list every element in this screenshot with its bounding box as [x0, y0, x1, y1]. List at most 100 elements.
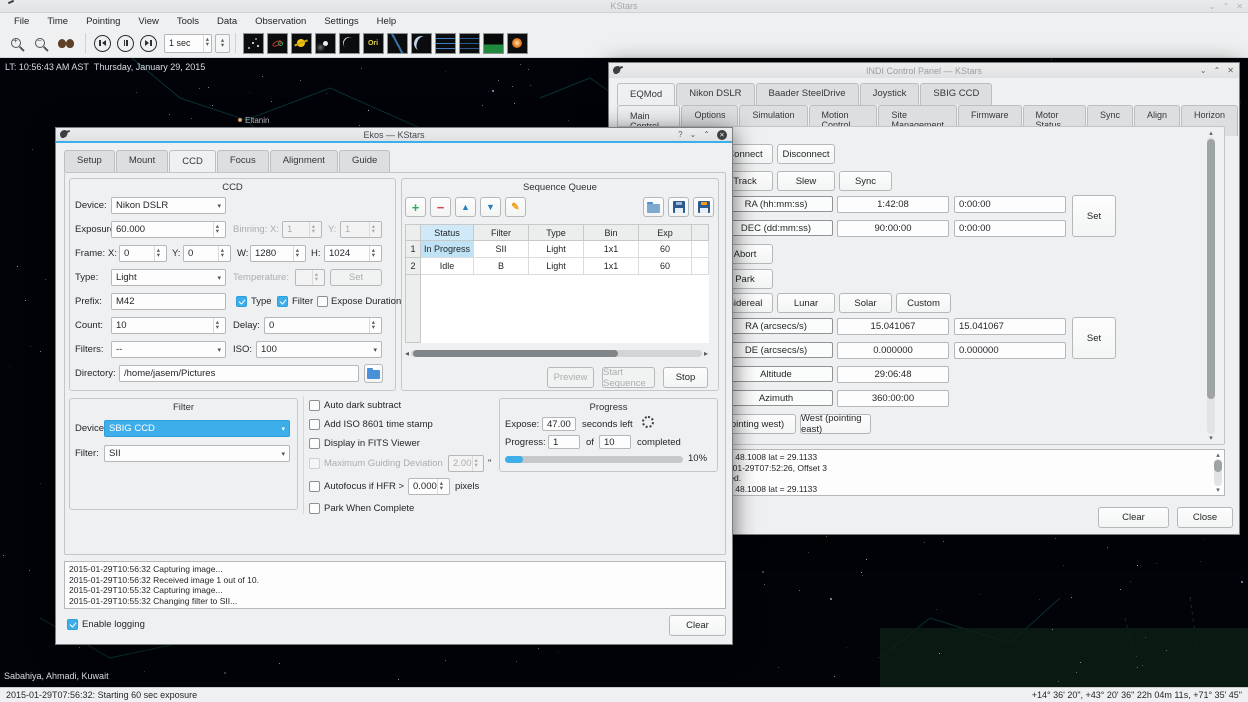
toggle-milky-way-icon[interactable]: [411, 33, 432, 54]
cell-type[interactable]: Light: [529, 258, 584, 275]
ekos-log[interactable]: 2015-01-29T10:56:32 Capturing image... 2…: [64, 561, 726, 609]
zoom-in-icon[interactable]: +: [11, 38, 21, 48]
step-forward-icon[interactable]: [140, 35, 157, 52]
toggle-equatorial-grid-icon[interactable]: [435, 33, 456, 54]
toggle-satellites-icon[interactable]: [339, 33, 360, 54]
set-coords-button[interactable]: Set: [1072, 195, 1116, 237]
time-step-input[interactable]: 1 sec▴▾: [164, 34, 212, 53]
col-bin[interactable]: Bin: [584, 225, 639, 241]
ekos-clear-button[interactable]: Clear: [669, 615, 726, 636]
indi-clear-button[interactable]: Clear: [1098, 507, 1169, 528]
iso8601-checkbox[interactable]: [309, 419, 320, 430]
maximize-icon[interactable]: ⌃: [1214, 66, 1221, 75]
altitude-field[interactable]: 29:06:48: [837, 366, 949, 383]
shade-icon[interactable]: ⌄: [1200, 66, 1207, 75]
remove-job-button[interactable]: −: [430, 197, 451, 217]
toggle-stars-icon[interactable]: [243, 33, 264, 54]
sequence-queue-table[interactable]: Status Filter Type Bin Exp 1 In Progress…: [405, 224, 709, 343]
sync-button[interactable]: Sync: [839, 171, 892, 191]
stop-button[interactable]: Stop: [663, 367, 708, 388]
step-backward-icon[interactable]: [94, 35, 111, 52]
col-exp[interactable]: Exp: [639, 225, 692, 241]
star-label-eltanin[interactable]: Eltanin: [245, 116, 269, 125]
edit-job-button[interactable]: ✎: [505, 197, 526, 217]
cell-filter[interactable]: SII: [474, 241, 529, 258]
col-filter[interactable]: Filter: [474, 225, 529, 241]
tab-eqmod[interactable]: EQMod: [617, 83, 675, 105]
zoom-out-icon[interactable]: −: [35, 38, 45, 48]
cell-filter[interactable]: B: [474, 258, 529, 275]
indi-scrollbar[interactable]: ▴ ▾: [1206, 129, 1216, 442]
menu-view[interactable]: View: [130, 15, 166, 28]
toggle-supernovae-icon[interactable]: [507, 33, 528, 54]
toggle-horizon-icon[interactable]: [483, 33, 504, 54]
disconnect-button[interactable]: Disconnect: [777, 144, 835, 164]
custom-button[interactable]: Custom: [896, 293, 951, 313]
save-as-sequence-button[interactable]: [693, 197, 714, 217]
filter-checkbox[interactable]: [277, 296, 288, 307]
tab-mount[interactable]: Mount: [116, 150, 168, 172]
close-icon[interactable]: ✕: [1236, 2, 1243, 11]
table-hscrollbar[interactable]: ◂ ▸: [405, 349, 708, 357]
browse-directory-button[interactable]: [364, 364, 383, 383]
ekos-titlebar[interactable]: Ekos — KStars ? ⌄ ⌃ ✕: [56, 128, 732, 143]
type-combo[interactable]: Light▾: [111, 269, 226, 286]
move-up-button[interactable]: ▲: [455, 197, 476, 217]
cell-bin[interactable]: 1x1: [584, 241, 639, 258]
frame-h-spin[interactable]: 1024▴▾: [324, 245, 382, 262]
time-step-stepper[interactable]: ▴▾: [215, 34, 230, 53]
scroll-right-icon[interactable]: ▸: [704, 349, 708, 358]
expose-duration-checkbox[interactable]: [317, 296, 328, 307]
tab-ccd[interactable]: CCD: [169, 150, 216, 172]
menu-tools[interactable]: Tools: [169, 15, 207, 28]
cell-exp[interactable]: 60: [639, 258, 692, 275]
scroll-left-icon[interactable]: ◂: [405, 349, 409, 358]
table-row[interactable]: 2 Idle B Light 1x1 60: [406, 258, 709, 275]
col-status[interactable]: Status: [421, 225, 474, 241]
de-rate-field-1[interactable]: 0.000000: [837, 342, 949, 359]
dec-target-field[interactable]: 0:00:00: [954, 220, 1066, 237]
move-down-button[interactable]: ▼: [480, 197, 501, 217]
tab-guide[interactable]: Guide: [339, 150, 390, 172]
menu-data[interactable]: Data: [209, 15, 245, 28]
close-icon[interactable]: ✕: [1227, 66, 1234, 75]
park-when-complete-checkbox[interactable]: [309, 503, 320, 514]
auto-dark-subtract-checkbox[interactable]: [309, 400, 320, 411]
find-object-icon[interactable]: [58, 39, 74, 48]
filter-device-combo[interactable]: SBIG CCD▾: [104, 420, 290, 437]
minimize-icon[interactable]: ⌄: [1209, 2, 1216, 11]
type-checkbox[interactable]: [236, 296, 247, 307]
set-rate-button[interactable]: Set: [1072, 317, 1116, 359]
frame-w-spin[interactable]: 1280▴▾: [250, 245, 306, 262]
menu-help[interactable]: Help: [369, 15, 405, 28]
maximize-icon[interactable]: ⌃: [1223, 2, 1230, 11]
shade-icon[interactable]: ⌄: [690, 130, 697, 139]
toggle-constellation-names-icon[interactable]: Ori: [363, 33, 384, 54]
filters-combo[interactable]: --▾: [111, 341, 226, 358]
solar-button[interactable]: Solar: [839, 293, 892, 313]
ra-rate-field-1[interactable]: 15.041067: [837, 318, 949, 335]
help-icon[interactable]: ?: [678, 130, 682, 139]
tab-baader-steeldrive[interactable]: Baader SteelDrive: [756, 83, 859, 105]
main-window-titlebar[interactable]: KStars ⌄ ⌃ ✕: [0, 0, 1248, 13]
maximize-icon[interactable]: ⌃: [703, 130, 710, 139]
toggle-horizontal-grid-icon[interactable]: [459, 33, 480, 54]
toggle-comets-icon[interactable]: [315, 33, 336, 54]
indi-close-button[interactable]: Close: [1177, 507, 1233, 528]
cell-status[interactable]: In Progress: [421, 241, 474, 258]
close-icon[interactable]: ✕: [717, 130, 727, 140]
menu-file[interactable]: File: [6, 15, 37, 28]
menu-observation[interactable]: Observation: [247, 15, 314, 28]
directory-input[interactable]: /home/jasem/Pictures: [119, 365, 359, 382]
cell-status[interactable]: Idle: [421, 258, 474, 275]
tab-nikon-dslr[interactable]: Nikon DSLR: [676, 83, 754, 105]
cell-bin[interactable]: 1x1: [584, 258, 639, 275]
toggle-constellation-boundaries-icon[interactable]: [387, 33, 408, 54]
slew-button[interactable]: Slew: [777, 171, 835, 191]
cell-exp[interactable]: 60: [639, 241, 692, 258]
filter-combo[interactable]: SII▾: [104, 445, 290, 462]
indi-log-scrollbar[interactable]: ▴ ▾: [1213, 451, 1223, 494]
ra-value-field[interactable]: 1:42:08: [837, 196, 949, 213]
open-sequence-button[interactable]: [643, 197, 664, 217]
fits-viewer-checkbox[interactable]: [309, 438, 320, 449]
